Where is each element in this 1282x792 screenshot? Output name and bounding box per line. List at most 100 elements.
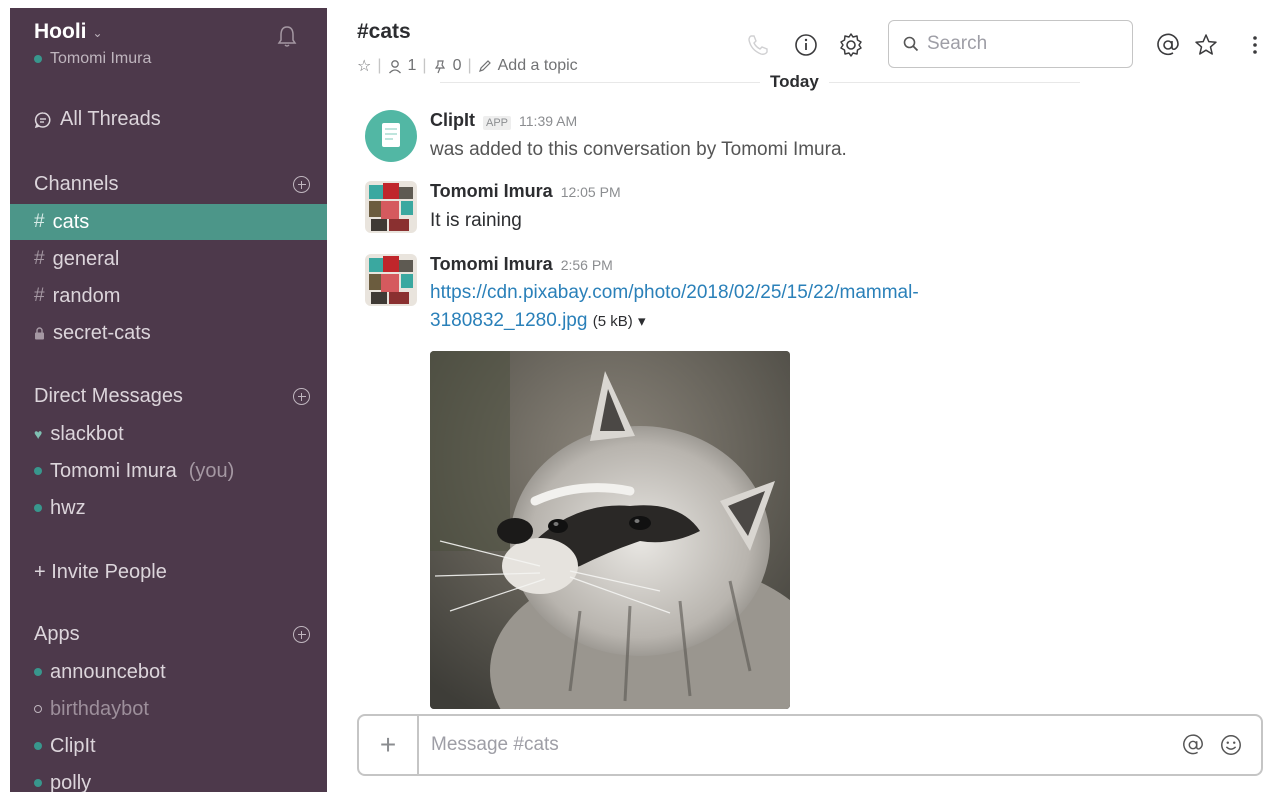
sidebar-item-label: secret-cats [53,321,151,344]
starred-icon[interactable] [1193,32,1219,58]
sidebar-item-announcebot[interactable]: announcebot [10,654,327,690]
message-text: It is raining [430,210,522,231]
dm-header[interactable]: Direct Messages [34,385,310,408]
channels-label[interactable]: Channels [34,173,119,196]
sidebar-item-secret-cats[interactable]: secret-cats [10,315,327,351]
app-badge: APP [483,116,512,130]
team-name[interactable]: Hooli [34,20,87,44]
emoji-icon[interactable] [1219,733,1243,757]
phone-icon[interactable] [745,32,771,58]
pencil-icon[interactable] [478,59,492,73]
presence-online-icon [34,742,42,750]
bell-icon[interactable] [276,24,298,48]
message-timestamp[interactable]: 2:56 PM [561,257,613,273]
day-divider: Today [760,72,829,92]
chevron-down-icon[interactable]: ⌄ [93,26,103,40]
more-vertical-icon[interactable] [1250,32,1260,58]
message-composer[interactable]: + Message #cats [357,714,1263,776]
members-icon[interactable] [388,59,402,74]
avatar[interactable] [365,110,417,162]
image-attachment[interactable] [430,351,790,709]
sidebar-item-birthdaybot[interactable]: birthdaybot [10,691,327,727]
search-placeholder[interactable]: Search [927,33,987,55]
hash-icon: # [34,285,45,306]
message-author[interactable]: Tomomi Imura [430,254,553,275]
add-channel-icon[interactable] [293,176,310,193]
divider: | [377,57,382,74]
link-text[interactable]: https://cdn.pixabay.com/photo/2018/02/25… [430,282,919,303]
sidebar-item-label: random [52,284,121,307]
you-label: (you) [188,459,235,482]
message-author[interactable]: Tomomi Imura [430,181,553,202]
sidebar-item-polly[interactable]: polly [10,765,327,792]
sidebar-item-random[interactable]: # random [10,278,327,314]
star-icon[interactable]: ☆ [357,56,371,76]
sidebar-item-hwz[interactable]: hwz [10,490,327,526]
avatar[interactable] [365,254,417,306]
presence-online-icon [34,504,42,512]
user-avatar-image [365,254,417,306]
divider: | [467,57,472,74]
user-avatar-image [365,181,417,233]
link-text[interactable]: 3180832_1280.jpg [430,310,587,331]
team-switcher[interactable]: Hooli ⌄ Tomomi Imura [34,20,151,68]
sidebar: Hooli ⌄ Tomomi Imura All Threads Channel… [10,8,327,792]
presence-online-icon [34,467,42,475]
apps-label[interactable]: Apps [34,623,80,646]
search-input[interactable]: Search [888,20,1133,68]
mention-icon[interactable] [1181,733,1205,757]
all-threads-link[interactable]: All Threads [34,108,161,131]
dm-label[interactable]: Direct Messages [34,385,183,408]
member-count[interactable]: 1 [408,57,417,75]
presence-online-icon [34,779,42,787]
attach-plus-button[interactable]: + [359,716,419,774]
current-user-name: Tomomi Imura [50,50,152,67]
invite-label: + Invite People [34,560,167,583]
add-app-icon[interactable] [293,626,310,643]
sidebar-item-tomomi[interactable]: Tomomi Imura (you) [10,453,327,489]
presence-online-icon [34,668,42,676]
sidebar-item-label: cats [52,210,90,233]
lock-icon [35,326,44,339]
info-icon[interactable] [793,32,819,58]
caret-down-icon[interactable]: ▾ [638,313,646,330]
sidebar-item-slackbot[interactable]: ♥ slackbot [10,416,327,452]
message-input[interactable]: Message #cats [419,734,1181,756]
hash-icon: # [34,248,45,269]
channel-title: #cats [357,20,411,43]
sidebar-item-label: ClipIt [50,734,96,757]
sidebar-item-label: birthdaybot [50,697,149,720]
presence-online-icon [34,55,42,63]
add-topic-link[interactable]: Add a topic [498,57,578,75]
raccoon-image [430,351,790,709]
heart-icon: ♥ [34,426,43,442]
all-threads-label: All Threads [60,108,161,130]
sidebar-item-label: polly [50,771,92,792]
divider: | [422,57,427,74]
invite-people-link[interactable]: + Invite People [10,554,327,590]
pin-count[interactable]: 0 [453,57,462,75]
message-timestamp[interactable]: 11:39 AM [519,113,577,129]
apps-header[interactable]: Apps [34,623,310,646]
message-author[interactable]: ClipIt [430,110,475,131]
gear-icon[interactable] [838,32,864,58]
sidebar-item-clipit[interactable]: ClipIt [10,728,327,764]
hash-icon: # [34,211,45,232]
sidebar-item-general[interactable]: # general [10,241,327,277]
channels-header[interactable]: Channels [34,173,310,196]
message-timestamp[interactable]: 12:05 PM [561,184,621,200]
avatar[interactable] [365,181,417,233]
sidebar-item-label: announcebot [50,660,166,683]
presence-away-icon [34,705,42,713]
pin-icon[interactable] [433,59,447,74]
sidebar-item-label: Tomomi Imura [50,459,177,482]
sidebar-item-label: hwz [50,496,86,519]
channel-meta: ☆ | 1 | 0 | Add a topic [357,56,578,76]
sidebar-item-cats[interactable]: # cats [10,204,327,240]
file-size: (5 kB) [592,312,633,330]
add-dm-icon[interactable] [293,388,310,405]
mentions-icon[interactable] [1155,32,1181,58]
sidebar-item-label: slackbot [50,422,124,445]
search-icon [903,36,919,52]
attachment-link[interactable]: https://cdn.pixabay.com/photo/2018/02/25… [430,279,1230,334]
